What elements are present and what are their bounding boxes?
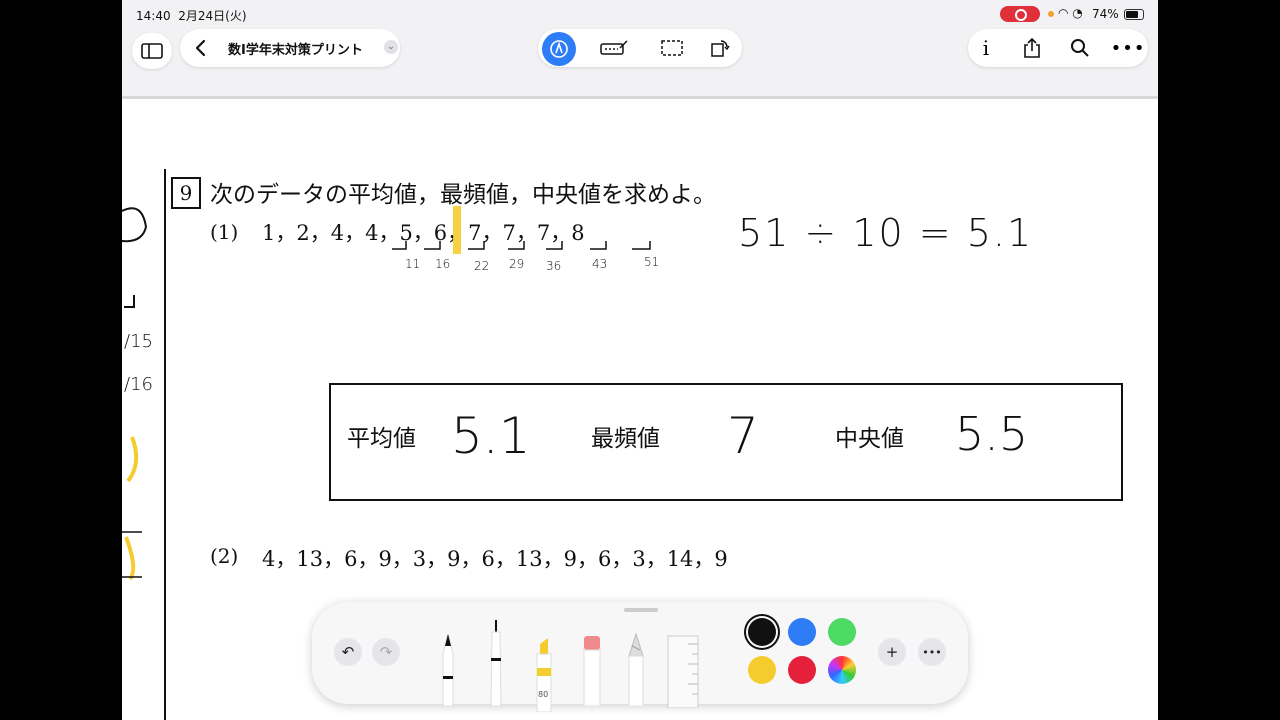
ruler-tool-icon[interactable] <box>666 634 700 708</box>
status-time: 14:40 2月24日(火) <box>136 9 247 23</box>
search-icon <box>1071 39 1089 57</box>
more-button[interactable]: ••• <box>1110 32 1146 64</box>
share-icon <box>1024 37 1040 58</box>
undo-icon: ↶ <box>341 643 355 661</box>
cumulative-sum-2: 16 <box>435 257 451 271</box>
screen-record-indicator[interactable] <box>1000 6 1040 22</box>
title-menu-chevron-icon[interactable]: ⌄ <box>384 40 398 54</box>
part2-data: 4，13，6，9，3，9，6，13，9，6，3，14，9 <box>262 547 728 571</box>
add-tool-button[interactable]: + <box>878 638 906 666</box>
palette-grip-handle[interactable] <box>624 608 658 612</box>
median-label: 中央値 <box>835 426 904 452</box>
highlighter-tool-icon[interactable] <box>532 632 556 712</box>
markup-tools-pill <box>538 29 742 67</box>
sidebar-icon <box>141 43 163 59</box>
part2-label: (2) <box>210 544 239 568</box>
mode-answer: 7 <box>727 407 759 465</box>
rotate-tool-button[interactable] <box>704 32 736 64</box>
color-green-swatch[interactable] <box>828 618 856 646</box>
markup-toggle-button[interactable] <box>542 32 576 66</box>
redo-button[interactable]: ↷ <box>372 638 400 666</box>
problem-number: 9 <box>171 177 201 209</box>
mean-answer: 5.1 <box>451 407 531 465</box>
palette-more-button[interactable]: ••• <box>918 638 946 666</box>
fineliner-tool-icon[interactable] <box>484 618 508 706</box>
cumulative-sum-5: 36 <box>546 259 562 273</box>
answer-box: 平均値 5.1 最頻値 7 中央値 5.5 <box>329 383 1123 501</box>
margin-note-15: /15 <box>124 331 153 352</box>
color-yellow-swatch[interactable] <box>748 656 776 684</box>
share-button[interactable] <box>1016 32 1048 64</box>
cumulative-brackets <box>392 241 651 250</box>
status-bar: 14:40 2月24日(火) ◠ ◔ 74% <box>122 0 1158 28</box>
battery-percent: 74% <box>1092 7 1119 21</box>
highlighter-opacity-label: 80 <box>538 690 549 699</box>
cumulative-sum-4: 29 <box>509 257 525 271</box>
cumulative-sum-1: 11 <box>405 257 421 271</box>
text-box-tool-button[interactable] <box>598 32 630 64</box>
wifi-icon: ◠ ◔ <box>1058 6 1083 20</box>
info-icon: i <box>982 36 990 60</box>
sidebar-toggle-button[interactable] <box>132 33 172 69</box>
eraser-tool-icon[interactable] <box>580 632 604 706</box>
plus-icon: + <box>885 643 899 661</box>
mean-calculation: 51 ÷ 10 = 5.1 <box>738 211 1034 255</box>
mean-label: 平均値 <box>347 426 416 452</box>
document-title[interactable]: 数Ⅰ学年末対策プリント <box>228 39 363 58</box>
color-black-swatch[interactable] <box>748 618 776 646</box>
problem-instruction: 次のデータの平均値，最頻値，中央値を求めよ。 <box>210 182 716 208</box>
margin-note-16: /16 <box>124 374 153 395</box>
cumulative-sum-6: 43 <box>592 257 608 271</box>
info-button[interactable]: i <box>970 32 1002 64</box>
ellipsis-icon: ••• <box>1110 37 1146 59</box>
lasso-tool-icon[interactable] <box>624 632 648 706</box>
text-box-icon <box>600 40 628 55</box>
margin-handwriting <box>122 207 148 581</box>
selection-tool-button[interactable] <box>656 32 688 64</box>
search-button[interactable] <box>1064 32 1096 64</box>
back-button[interactable] <box>184 32 216 64</box>
color-picker-button[interactable] <box>828 656 856 684</box>
app-toolbar: 数Ⅰ学年末対策プリント ⌄ i ••• <box>122 28 1158 96</box>
median-answer: 5.5 <box>955 407 1029 461</box>
part1-label: (1) <box>210 220 239 244</box>
battery-icon <box>1124 9 1144 20</box>
ellipsis-icon: ••• <box>922 645 942 659</box>
color-red-swatch[interactable] <box>788 656 816 684</box>
pen-tip-icon <box>550 40 568 58</box>
mic-indicator <box>1048 11 1054 17</box>
redo-icon: ↷ <box>379 643 393 661</box>
rotate-icon <box>711 40 730 57</box>
pen-tool-icon[interactable] <box>436 632 460 706</box>
cumulative-sum-7: 51 <box>644 255 660 269</box>
undo-button[interactable]: ↶ <box>334 638 362 666</box>
ipad-screen: 14:40 2月24日(火) ◠ ◔ 74% 数Ⅰ学年末対策プリント ⌄ i •… <box>122 0 1158 720</box>
selection-icon <box>661 40 683 56</box>
mode-label: 最頻値 <box>591 426 660 452</box>
chevron-left-icon <box>195 39 206 57</box>
markup-palette: ↶ ↷ 80 + ••• <box>312 602 968 712</box>
cumulative-sum-3: 22 <box>474 259 490 273</box>
actions-pill: i ••• <box>968 29 1148 67</box>
color-blue-swatch[interactable] <box>788 618 816 646</box>
